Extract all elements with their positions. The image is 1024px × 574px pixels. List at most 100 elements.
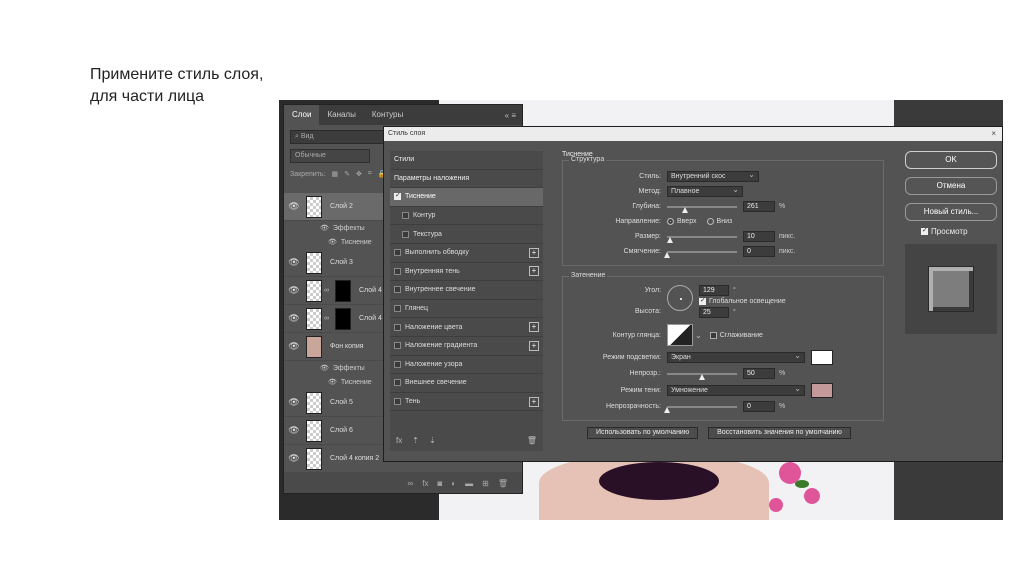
reset-default-button[interactable]: Восстановить значения по умолчанию xyxy=(708,427,851,439)
add-icon[interactable]: + xyxy=(529,322,539,333)
layer-mask-thumbnail[interactable] xyxy=(335,307,351,330)
gloss-contour-picker[interactable] xyxy=(667,324,693,346)
checkbox[interactable] xyxy=(402,230,409,238)
move-down-icon[interactable]: ⇣ xyxy=(429,436,436,445)
styles-item-inner-shadow[interactable]: Внутренняя тень + xyxy=(390,263,543,282)
antialias-checkbox[interactable] xyxy=(709,331,717,339)
highlight-opacity-input[interactable]: 50 xyxy=(743,368,775,379)
visibility-eye-icon[interactable]: 👁 xyxy=(284,313,304,324)
styles-item-emboss[interactable]: Тиснение xyxy=(390,188,543,207)
close-icon[interactable]: × xyxy=(991,127,996,141)
add-icon[interactable]: + xyxy=(529,247,539,258)
cancel-button[interactable]: Отмена xyxy=(905,177,997,195)
lock-pixels-icon[interactable]: ▦ xyxy=(331,170,338,178)
preview-toggle[interactable]: Просмотр xyxy=(905,226,997,236)
move-up-icon[interactable]: ⇡ xyxy=(412,436,419,445)
shadow-color-swatch[interactable] xyxy=(811,382,833,398)
panel-menu-icon[interactable]: « ≡ xyxy=(505,111,522,120)
visibility-eye-icon[interactable]: 👁 xyxy=(284,425,304,436)
altitude-input[interactable]: 25 xyxy=(699,307,729,318)
make-default-button[interactable]: Использовать по умолчанию xyxy=(587,427,699,439)
tab-paths[interactable]: Контуры xyxy=(364,105,411,125)
styles-item-outer-glow[interactable]: Внешнее свечение xyxy=(390,374,543,393)
layer-mask-thumbnail[interactable] xyxy=(335,279,351,302)
checkbox[interactable] xyxy=(394,398,401,406)
highlight-color-swatch[interactable] xyxy=(811,349,833,365)
visibility-eye-icon[interactable]: 👁 xyxy=(284,201,304,212)
styles-item-satin[interactable]: Глянец xyxy=(390,300,543,319)
checkbox[interactable] xyxy=(394,286,401,294)
styles-item-pattern-overlay[interactable]: Наложение узора xyxy=(390,356,543,375)
shadow-opacity-input[interactable]: 0 xyxy=(743,401,775,412)
shadow-mode-select[interactable]: Умножение xyxy=(667,384,805,396)
angle-dial[interactable] xyxy=(667,285,693,311)
styles-item-styles[interactable]: Стили xyxy=(390,151,543,170)
adjustment-icon[interactable]: ◐ xyxy=(451,479,456,488)
add-icon[interactable]: + xyxy=(529,266,539,277)
checkbox[interactable] xyxy=(394,323,401,331)
styles-item-blending-options[interactable]: Параметры наложения xyxy=(390,170,543,189)
eye-icon[interactable]: 👁 xyxy=(320,364,329,372)
style-select[interactable]: Внутренний скос xyxy=(667,170,759,182)
checkbox[interactable] xyxy=(394,249,401,257)
styles-item-stroke[interactable]: Выполнить обводку + xyxy=(390,244,543,263)
checkbox[interactable] xyxy=(394,342,401,350)
visibility-eye-icon[interactable]: 👁 xyxy=(284,453,304,464)
new-style-button[interactable]: Новый стиль... xyxy=(905,203,997,221)
new-layer-icon[interactable]: ⊞ xyxy=(482,479,489,488)
global-light-checkbox[interactable] xyxy=(699,296,706,305)
highlight-opacity-slider[interactable] xyxy=(667,372,737,380)
tab-layers[interactable]: Слои xyxy=(284,105,320,125)
eye-icon[interactable]: 👁 xyxy=(320,224,329,232)
slider-knob[interactable] xyxy=(666,236,673,243)
eye-icon[interactable]: 👁 xyxy=(328,378,337,386)
slider-knob[interactable] xyxy=(664,406,670,413)
lock-artboard-icon[interactable]: ⌗ xyxy=(368,170,372,178)
visibility-eye-icon[interactable]: 👁 xyxy=(284,397,304,408)
fx-icon[interactable]: fx xyxy=(396,436,402,445)
highlight-mode-select[interactable]: Экран xyxy=(667,351,805,363)
ok-button[interactable]: OK xyxy=(905,151,997,169)
depth-slider[interactable] xyxy=(667,205,737,213)
eye-icon[interactable]: 👁 xyxy=(328,238,337,246)
checkbox[interactable] xyxy=(394,191,401,201)
checkbox[interactable] xyxy=(394,360,401,368)
size-slider[interactable] xyxy=(666,235,737,243)
tab-channels[interactable]: Каналы xyxy=(319,105,363,125)
trash-icon[interactable]: 🗑 xyxy=(498,479,508,488)
styles-item-inner-glow[interactable]: Внутреннее свечение xyxy=(390,281,543,300)
chevron-down-icon[interactable]: ⌄ xyxy=(695,331,702,340)
size-input[interactable]: 10 xyxy=(743,231,775,242)
styles-item-color-overlay[interactable]: Наложение цвета + xyxy=(390,318,543,337)
slider-knob[interactable] xyxy=(682,206,689,213)
blend-mode-select[interactable]: Обычные xyxy=(290,149,370,163)
lock-paint-icon[interactable]: ✎ xyxy=(344,170,350,178)
checkbox[interactable] xyxy=(394,379,401,387)
radio-down[interactable] xyxy=(706,218,714,225)
folder-icon[interactable]: ▬ xyxy=(465,479,473,488)
styles-item-texture[interactable]: Текстура xyxy=(390,225,543,244)
styles-item-drop-shadow[interactable]: Тень + xyxy=(390,393,543,412)
mask-icon[interactable]: ◙ xyxy=(437,479,442,488)
visibility-eye-icon[interactable]: 👁 xyxy=(284,341,304,352)
visibility-eye-icon[interactable]: 👁 xyxy=(284,257,304,268)
styles-item-gradient-overlay[interactable]: Наложение градиента + xyxy=(390,337,543,356)
add-icon[interactable]: + xyxy=(529,396,539,407)
depth-input[interactable]: 261 xyxy=(743,201,775,212)
preview-checkbox[interactable] xyxy=(921,226,928,235)
fx-icon[interactable]: fx xyxy=(422,479,428,488)
angle-input[interactable]: 129 xyxy=(699,285,729,296)
checkbox[interactable] xyxy=(394,267,401,275)
radio-up[interactable] xyxy=(667,218,674,225)
slider-knob[interactable] xyxy=(699,373,705,380)
trash-icon[interactable]: 🗑 xyxy=(527,436,537,445)
soften-slider[interactable] xyxy=(664,250,737,258)
styles-item-contour[interactable]: Контур xyxy=(390,207,543,226)
link-icon[interactable]: ∞ xyxy=(408,479,414,488)
add-icon[interactable]: + xyxy=(529,340,539,351)
slider-knob[interactable] xyxy=(664,251,670,258)
visibility-eye-icon[interactable]: 👁 xyxy=(284,285,304,296)
method-select[interactable]: Плавное xyxy=(667,185,743,197)
soften-input[interactable]: 0 xyxy=(743,246,775,257)
checkbox[interactable] xyxy=(402,212,409,220)
